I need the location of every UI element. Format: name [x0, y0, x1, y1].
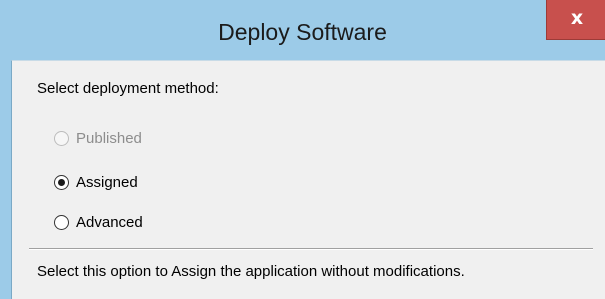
radio-published[interactable]: Published [54, 127, 142, 149]
radio-advanced[interactable]: Advanced [54, 211, 143, 233]
radio-button-icon[interactable] [54, 130, 69, 146]
separator [29, 248, 593, 250]
close-icon: x [570, 7, 584, 29]
dialog-body: Select deployment method: Published Assi… [11, 60, 605, 299]
radio-button-icon[interactable] [54, 174, 69, 190]
deployment-method-prompt: Select deployment method: [37, 80, 219, 97]
radio-label-published: Published [76, 129, 142, 147]
window-title: Deploy Software [218, 19, 387, 45]
radio-label-advanced: Advanced [76, 213, 143, 231]
radio-assigned[interactable]: Assigned [54, 171, 138, 193]
option-description: Select this option to Assign the applica… [37, 263, 465, 280]
dialog-window: Deploy Software x Select deployment meth… [0, 0, 605, 299]
radio-label-assigned: Assigned [76, 173, 138, 191]
radio-button-icon[interactable] [54, 214, 69, 230]
title-bar[interactable]: Deploy Software [0, 0, 605, 60]
close-button[interactable]: x [546, 0, 605, 40]
